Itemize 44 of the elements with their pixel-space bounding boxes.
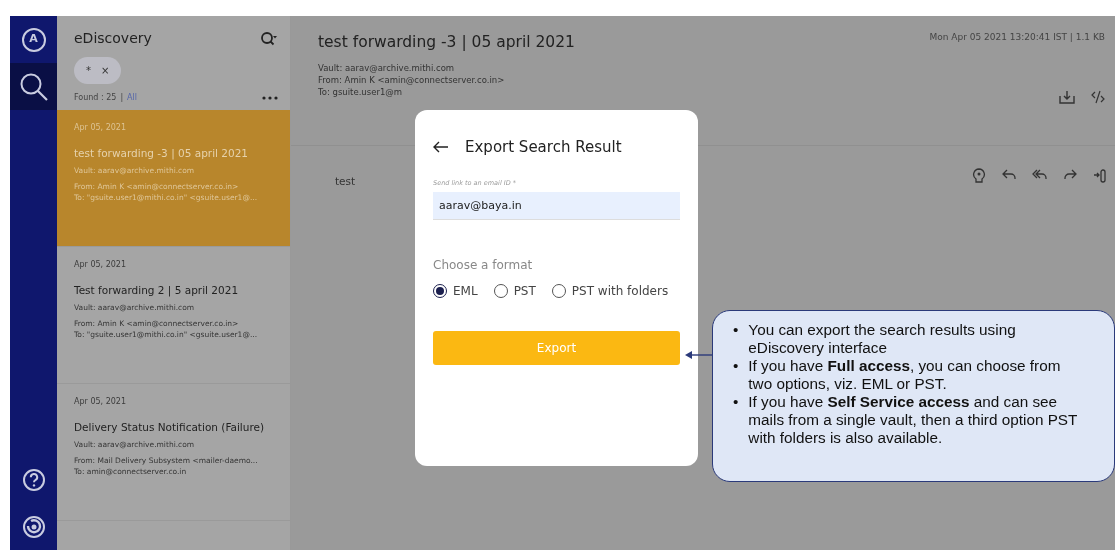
message-date: Apr 05, 2021 (74, 397, 126, 406)
radio-option[interactable]: EML (433, 282, 478, 301)
message-subject: test forwarding -3 | 05 april 2021 (74, 147, 249, 159)
code-icon[interactable] (1091, 90, 1105, 105)
email-field[interactable]: aarav@baya.in (433, 192, 680, 221)
reply-all-icon[interactable] (1032, 168, 1047, 181)
filter-chip[interactable]: * × (74, 57, 122, 84)
separator: | (120, 93, 124, 102)
remove-icon[interactable]: × (101, 63, 110, 78)
lightbulb-icon[interactable] (972, 168, 986, 183)
radio-option[interactable]: PST with folders (551, 282, 669, 301)
header-vault: Vault: aarav@archive.mithi.com (318, 63, 455, 74)
avatar[interactable]: A (21, 27, 46, 52)
callout-bullet: If you have Full access, you can choose from two options, viz. EML or PST. (748, 357, 1062, 393)
format-label: Choose a format (433, 258, 533, 273)
radio-option[interactable]: PST (493, 282, 536, 301)
reply-icon[interactable] (1002, 168, 1016, 181)
panel-title: eDiscovery (74, 29, 152, 48)
help-icon[interactable] (21, 467, 46, 492)
search-icon[interactable] (18, 71, 49, 102)
chip-label: * (86, 64, 91, 78)
dialog-title: Export Search Result (465, 137, 622, 158)
bullet-marker: • (733, 357, 739, 376)
message-timestamp: Mon Apr 05 2021 13:20:41 IST | 1.1 KB (929, 31, 1105, 44)
callout-bullet: If you have Self Service access and can see mails from a single vault, then a third option PST with folders is also available. (748, 393, 1079, 447)
forward-icon[interactable] (1063, 168, 1077, 181)
header-to: To: gsuite.user1@m (318, 87, 403, 98)
header-from: From: Amin K <amin@connectserver.co.in> (318, 75, 505, 86)
download-icon[interactable] (1059, 90, 1075, 105)
message-title: test forwarding -3 | 05 april 2021 (318, 32, 575, 53)
attachment-icon[interactable] (1093, 168, 1107, 183)
message-date: Apr 05, 2021 (74, 260, 126, 269)
search-icon[interactable] (260, 30, 278, 47)
message-body: test (335, 175, 356, 187)
bullet-marker: • (733, 393, 739, 412)
callout-bullet: You can export the search results using eDiscovery interface (748, 321, 1017, 357)
message-subject: Delivery Status Notification (Failure) (74, 421, 265, 433)
message-date: Apr 05, 2021 (74, 123, 126, 132)
logo-icon[interactable] (21, 514, 46, 539)
bullet-marker: • (733, 321, 739, 340)
more-icon[interactable] (262, 96, 278, 100)
message-subject: Test forwarding 2 | 5 april 2021 (74, 284, 239, 296)
back-icon[interactable] (433, 141, 449, 154)
found-count: Found : 25 (74, 93, 117, 102)
